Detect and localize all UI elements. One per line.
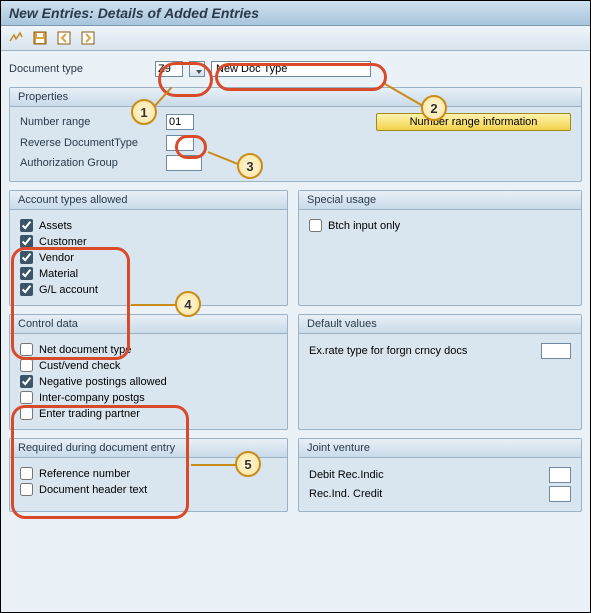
- account-types-header: Account types allowed: [10, 191, 287, 210]
- doc-header-text-label: Document header text: [39, 484, 147, 496]
- required-panel: Required during document entry Reference…: [9, 438, 288, 512]
- assets-checkbox[interactable]: [20, 219, 33, 232]
- vendor-checkbox[interactable]: [20, 251, 33, 264]
- number-range-input[interactable]: [166, 114, 194, 130]
- batch-input-only-checkbox[interactable]: [309, 219, 322, 232]
- gl-account-label: G/L account: [39, 284, 98, 296]
- assets-label: Assets: [39, 220, 72, 232]
- content-area: Document type Properties Number range Nu…: [1, 51, 590, 612]
- cust-vend-check-checkbox[interactable]: [20, 359, 33, 372]
- document-type-label: Document type: [9, 63, 149, 75]
- exrate-type-label: Ex.rate type for forgn crncy docs: [309, 345, 467, 357]
- number-range-info-button[interactable]: Number range information: [376, 113, 571, 131]
- document-type-desc-input[interactable]: [211, 61, 371, 77]
- negative-postings-checkbox[interactable]: [20, 375, 33, 388]
- vendor-label: Vendor: [39, 252, 74, 264]
- material-checkbox[interactable]: [20, 267, 33, 280]
- joint-venture-header: Joint venture: [299, 439, 581, 458]
- joint-venture-panel: Joint venture Debit Rec.Indic Rec.Ind. C…: [298, 438, 582, 512]
- toolbar: [1, 26, 590, 51]
- previous-entry-icon[interactable]: [55, 29, 73, 47]
- reference-number-label: Reference number: [39, 468, 130, 480]
- control-data-header: Control data: [10, 315, 287, 334]
- auth-group-label: Authorization Group: [20, 157, 160, 169]
- reference-number-checkbox[interactable]: [20, 467, 33, 480]
- window-title: New Entries: Details of Added Entries: [1, 1, 590, 26]
- special-usage-panel: Special usage Btch input only: [298, 190, 582, 306]
- customer-label: Customer: [39, 236, 87, 248]
- material-label: Material: [39, 268, 78, 280]
- credit-rec-label: Rec.Ind. Credit: [309, 488, 382, 500]
- change-display-icon[interactable]: [7, 29, 25, 47]
- properties-panel: Properties Number range Number range inf…: [9, 87, 582, 182]
- net-doc-type-checkbox[interactable]: [20, 343, 33, 356]
- next-entry-icon[interactable]: [79, 29, 97, 47]
- exrate-type-input[interactable]: [541, 343, 571, 359]
- debit-rec-label: Debit Rec.Indic: [309, 469, 384, 481]
- reverse-doctype-input[interactable]: [166, 135, 194, 151]
- properties-header: Properties: [10, 88, 581, 107]
- default-values-panel: Default values Ex.rate type for forgn cr…: [298, 314, 582, 430]
- customer-checkbox[interactable]: [20, 235, 33, 248]
- trading-partner-label: Enter trading partner: [39, 408, 140, 420]
- number-range-label: Number range: [20, 116, 160, 128]
- special-usage-header: Special usage: [299, 191, 581, 210]
- inter-company-checkbox[interactable]: [20, 391, 33, 404]
- save-icon[interactable]: [31, 29, 49, 47]
- account-types-panel: Account types allowed Assets Customer Ve…: [9, 190, 288, 306]
- negative-postings-label: Negative postings allowed: [39, 376, 167, 388]
- f4-help-icon[interactable]: [189, 61, 205, 77]
- required-header: Required during document entry: [10, 439, 287, 458]
- batch-input-only-label: Btch input only: [328, 220, 400, 232]
- reverse-doctype-label: Reverse DocumentType: [20, 137, 160, 149]
- trading-partner-checkbox[interactable]: [20, 407, 33, 420]
- auth-group-input[interactable]: [166, 155, 202, 171]
- inter-company-label: Inter-company postgs: [39, 392, 145, 404]
- debit-rec-input[interactable]: [549, 467, 571, 483]
- control-data-panel: Control data Net document type Cust/vend…: [9, 314, 288, 430]
- doc-header-text-checkbox[interactable]: [20, 483, 33, 496]
- cust-vend-check-label: Cust/vend check: [39, 360, 120, 372]
- net-doc-type-label: Net document type: [39, 344, 131, 356]
- default-values-header: Default values: [299, 315, 581, 334]
- gl-account-checkbox[interactable]: [20, 283, 33, 296]
- document-type-code-input[interactable]: [155, 61, 183, 77]
- credit-rec-input[interactable]: [549, 486, 571, 502]
